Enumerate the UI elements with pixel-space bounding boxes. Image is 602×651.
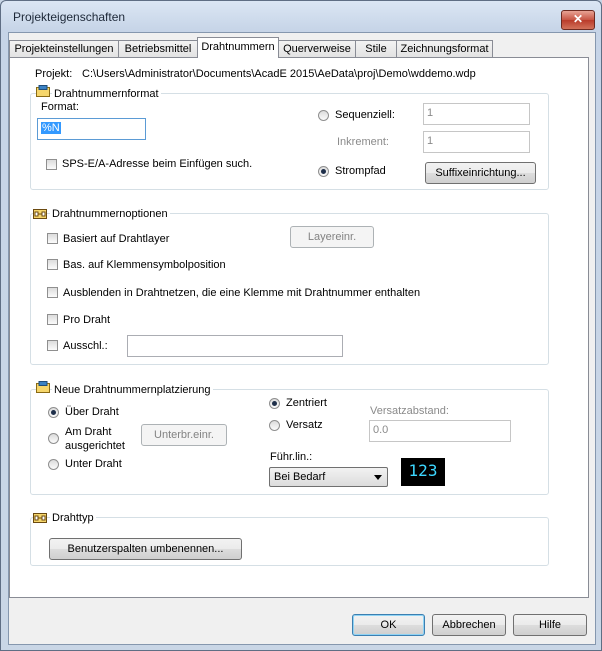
format-group-icon <box>36 85 50 97</box>
per-wire-label: Pro Draht <box>63 314 111 326</box>
tab-zeichnungsformat[interactable]: Zeichnungsformat <box>396 40 493 57</box>
inline-wire-label-1: Am Draht <box>65 426 112 438</box>
exclude-input[interactable] <box>127 335 343 357</box>
title-bar[interactable]: Projekteigenschaften ✕ <box>1 1 601 33</box>
window-title: Projekteigenschaften <box>13 10 126 24</box>
below-wire-label: Unter Draht <box>65 458 122 470</box>
wire-type-group-icon <box>33 513 47 523</box>
wire-layer-checkbox[interactable] <box>47 233 58 244</box>
wire-type-group-title: Drahttyp <box>50 512 96 524</box>
centered-radio[interactable] <box>269 398 280 409</box>
close-button[interactable]: ✕ <box>561 10 595 30</box>
inline-wire-radio[interactable] <box>48 433 59 444</box>
increment-label: Inkrement: <box>337 136 389 148</box>
leader-select-value: Bei Bedarf <box>274 471 326 483</box>
centered-label: Zentriert <box>286 397 327 409</box>
sequential-input[interactable]: 1 <box>423 103 530 125</box>
tab-querverweise[interactable]: Querverweise <box>278 40 356 57</box>
leader-label: Führ.lin.: <box>270 451 313 463</box>
chevron-down-icon <box>374 475 382 480</box>
format-input-value: %N <box>41 122 61 134</box>
format-group-title: Drahtnummernformat <box>52 88 161 100</box>
above-wire-radio[interactable] <box>48 407 59 418</box>
format-input[interactable]: %N <box>37 118 146 140</box>
exclude-checkbox[interactable] <box>47 340 58 351</box>
offset-radio[interactable] <box>269 420 280 431</box>
above-wire-label: Über Draht <box>65 406 119 418</box>
project-path: C:\Users\Administrator\Documents\AcadE 2… <box>82 68 476 80</box>
wire-layer-label: Basiert auf Drahtlayer <box>63 233 170 245</box>
strompfad-label: Strompfad <box>335 165 386 177</box>
cancel-button[interactable]: Abbrechen <box>432 614 506 636</box>
offset-label: Versatz <box>286 419 323 431</box>
below-wire-radio[interactable] <box>48 459 59 470</box>
preview-wire-line <box>401 486 445 488</box>
wire-number-preview: 123 <box>401 458 445 486</box>
inline-wire-label-2: ausgerichtet <box>65 440 125 452</box>
offset-distance-label: Versatzabstand: <box>370 405 449 417</box>
sps-checkbox[interactable] <box>46 159 57 170</box>
sps-label: SPS-E/A-Adresse beim Einfügen such. <box>62 158 253 170</box>
help-button[interactable]: Hilfe <box>513 614 587 636</box>
tab-projekteinstellungen[interactable]: Projekteinstellungen <box>9 40 119 57</box>
format-label: Format: <box>41 101 79 113</box>
increment-input[interactable]: 1 <box>423 131 530 153</box>
rename-user-columns-button[interactable]: Benutzerspalten umbenennen... <box>49 538 242 560</box>
strompfad-radio[interactable] <box>318 166 329 177</box>
tab-drahtnummern[interactable]: Drahtnummern <box>197 37 279 58</box>
sequential-label: Sequenziell: <box>335 109 395 121</box>
leader-select[interactable]: Bei Bedarf <box>269 467 388 487</box>
sequential-radio[interactable] <box>318 110 329 121</box>
tab-betriebsmittel[interactable]: Betriebsmittel <box>118 40 198 57</box>
project-label: Projekt: <box>35 68 73 80</box>
ok-button[interactable]: OK <box>352 614 425 636</box>
hide-in-networks-label: Ausblenden in Drahtnetzen, die eine Klem… <box>63 287 421 299</box>
exclude-label: Ausschl.: <box>63 340 108 352</box>
placement-group-title: Neue Drahtnummernplatzierung <box>52 384 213 396</box>
placement-group-icon <box>36 381 50 393</box>
tab-stile[interactable]: Stile <box>355 40 397 57</box>
offset-distance-input[interactable]: 0.0 <box>369 420 511 442</box>
unterbr-setup-button[interactable]: Unterbr.einr. <box>141 424 227 446</box>
hide-in-networks-checkbox[interactable] <box>47 287 58 298</box>
layer-setup-button[interactable]: Layereinr. <box>290 226 374 248</box>
terminal-position-label: Bas. auf Klemmensymbolposition <box>63 259 226 271</box>
suffix-setup-button[interactable]: Suffixeinrichtung... <box>425 162 536 184</box>
per-wire-checkbox[interactable] <box>47 314 58 325</box>
options-group-icon <box>33 209 47 219</box>
options-group-title: Drahtnummernoptionen <box>50 208 170 220</box>
terminal-position-checkbox[interactable] <box>47 259 58 270</box>
